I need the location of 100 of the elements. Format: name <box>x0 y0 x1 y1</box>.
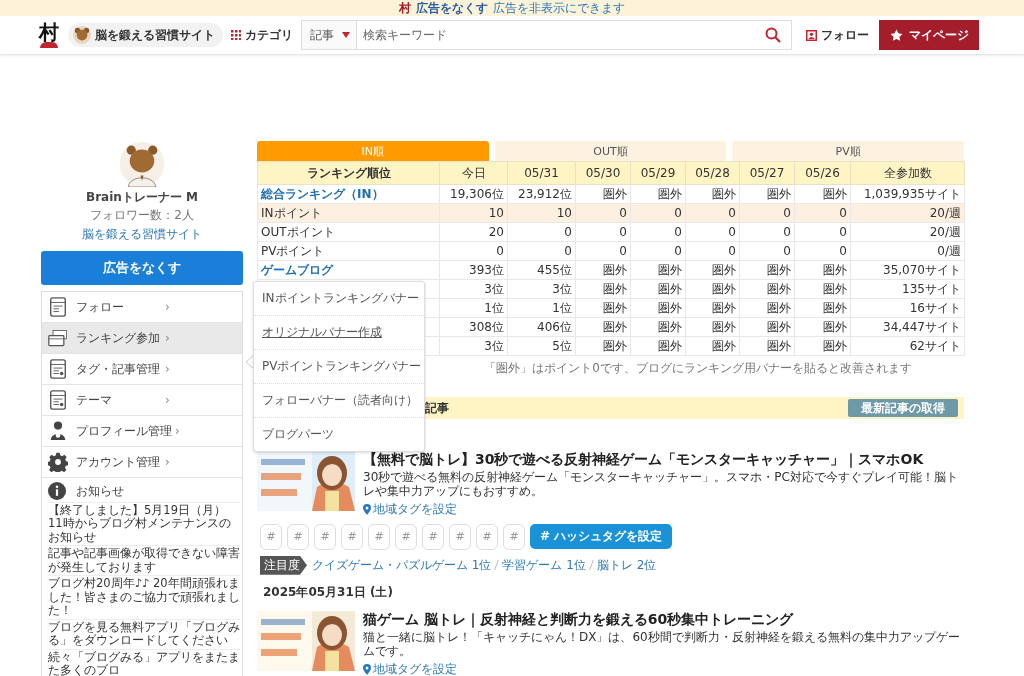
strip-note: 広告を非表示にできます <box>493 0 625 17</box>
notice-link[interactable]: 記事や記事画像が取得できない障害が発生しております <box>48 545 240 576</box>
logo[interactable]: 村 <box>38 22 60 48</box>
table-cell: 20 <box>439 222 508 242</box>
my-page-button[interactable]: マイページ <box>879 20 979 50</box>
remove-ads-link[interactable]: 広告をなくす <box>416 0 488 17</box>
document-icon <box>48 359 68 379</box>
table-cell: 16サイト <box>850 298 965 318</box>
table-cell: 圏外 <box>575 279 631 299</box>
table-cell: 23,912位 <box>507 184 576 204</box>
table-cell: 1位 <box>439 298 508 318</box>
table-cell: 圏外 <box>739 184 795 204</box>
table-cell: 455位 <box>507 260 576 280</box>
table-cell: 406位 <box>507 317 576 337</box>
date-heading: 2025年05月31日 (土) <box>263 583 394 601</box>
document-icon <box>48 390 68 410</box>
grid-icon <box>231 30 241 40</box>
gear-icon <box>48 452 68 472</box>
person-card-icon <box>806 29 817 41</box>
menu-item[interactable]: ランキング参加 › <box>42 323 242 354</box>
table-cell: 0/週 <box>850 241 965 261</box>
article-title[interactable]: 【無料で脳トレ】30秒で遊べる反射神経ゲーム「モンスターキャッチャー」｜スマホOK <box>363 451 964 469</box>
row-label: PVポイント <box>257 241 440 261</box>
category-rank-link[interactable]: 学習ゲーム 1位 <box>502 556 586 574</box>
table-cell: 圏外 <box>630 279 686 299</box>
column-header: ランキング順位 <box>257 161 440 185</box>
table-cell: 3位 <box>507 279 576 299</box>
table-cell: 5位 <box>507 336 576 356</box>
site-pill[interactable]: 脳を鍛える習慣サイト <box>68 23 223 47</box>
search-input[interactable]: 検索キーワード <box>357 27 765 43</box>
column-header: 05/29 <box>630 161 686 185</box>
column-header: 全参加数 <box>850 161 965 185</box>
search-icon[interactable] <box>765 27 781 43</box>
site-link[interactable]: 脳を鍛える習慣サイト <box>82 226 202 243</box>
table-cell: 0 <box>507 241 576 261</box>
table-cell: 0 <box>507 222 576 242</box>
column-header: 05/26 <box>794 161 851 185</box>
table-cell: 圏外 <box>575 184 631 204</box>
table-cell: 圏外 <box>630 336 686 356</box>
ranking-note: 「圏外」はポイント0です、ブログにランキング用バナーを貼ると改善されます <box>484 361 912 375</box>
dropdown-item[interactable]: ブログパーツ <box>254 418 424 451</box>
section-title: 記事 <box>425 399 449 417</box>
site-name: 脳を鍛える習慣サイト <box>95 26 215 44</box>
table-cell: 0 <box>739 222 795 242</box>
notice-link[interactable]: ブログ村20周年♪♪ 20年間頑張れました！皆さまのご協力で頑張れました！ <box>48 575 240 619</box>
dropdown-item[interactable]: オリジナルバナー作成 <box>254 316 424 350</box>
table-cell: 圏外 <box>794 336 851 356</box>
bear-avatar-icon <box>119 141 165 187</box>
category-rank-link[interactable]: クイズゲーム・パズルゲーム 1位 <box>312 556 492 574</box>
column-header: 05/31 <box>507 161 576 185</box>
dropdown-item[interactable]: PVポイントランキングバナー <box>254 350 424 384</box>
attention-label: 注目度 <box>260 555 307 575</box>
person-icon <box>48 421 68 441</box>
table-cell: 圏外 <box>630 298 686 318</box>
region-tag-link[interactable]: 地域タグを設定 <box>363 500 964 518</box>
follow-link[interactable]: フォロー <box>806 26 869 44</box>
table-cell: 圏外 <box>685 336 740 356</box>
table-cell: 圏外 <box>575 298 631 318</box>
notice-link[interactable]: ブログを見る無料アプリ「ブログみる」をダウンロードしてください <box>48 618 240 649</box>
table-cell: 圏外 <box>794 260 851 280</box>
table-cell: 圏外 <box>685 298 740 318</box>
table-cell: 圏外 <box>685 317 740 337</box>
dropdown-item[interactable]: フォローバナー（読者向け） <box>254 384 424 418</box>
notice-link[interactable]: 続々「ブログみる」アプリをまたまた多くのブロ <box>48 648 240 676</box>
category-rank-link[interactable]: 脳トレ 2位 <box>596 556 657 574</box>
table-cell: 圏外 <box>685 260 740 280</box>
category-menu[interactable]: カテゴリ <box>231 26 293 44</box>
table-cell: 0 <box>739 241 795 261</box>
table-cell: 3位 <box>439 336 508 356</box>
table-cell: 圏外 <box>575 260 631 280</box>
article-description: 猫と一緒に脳トレ！「キャッチにゃん！DX」は、60秒間で判断力・反射神経を鍛える無料の集中力アップゲームです。 <box>363 629 961 659</box>
table-cell: 圏外 <box>630 184 686 204</box>
ranking-tab[interactable]: PV順 <box>732 141 964 161</box>
dropdown-item[interactable]: INポイントランキングバナー <box>254 282 424 316</box>
profile-name: Brainトレーナー M <box>86 189 198 206</box>
logo[interactable]: 村 <box>399 0 411 17</box>
table-cell: 135サイト <box>850 279 965 299</box>
table-cell: 0 <box>630 222 686 242</box>
article-title[interactable]: 猫ゲーム 脳トレ｜反射神経と判断力を鍛える60秒集中トレーニング <box>363 610 964 629</box>
scope-select[interactable]: 記事 <box>302 21 357 49</box>
table-cell: 1,039,935サイト <box>850 184 965 204</box>
table-cell: 圏外 <box>739 317 795 337</box>
table-cell: 0 <box>575 241 631 261</box>
notice-link[interactable]: 【終了しました】5月19日（月）11時からブログ村メンテナンスのお知らせ <box>48 502 240 546</box>
table-cell: 圏外 <box>575 336 631 356</box>
table-cell: 0 <box>794 222 851 242</box>
notice-title: お知らせ <box>76 482 124 500</box>
ranking-tab[interactable]: OUT順 <box>494 141 727 161</box>
region-tag-link[interactable]: 地域タグを設定 <box>363 660 964 676</box>
star-icon <box>889 28 903 42</box>
remove-ads-button[interactable]: 広告をなくす <box>41 251 243 285</box>
banner-icon <box>48 328 68 348</box>
article-description: 30秒で遊べる無料の反射神経ゲーム「モンスターキャッチャー」。スマホ・PC対応で今すぐプレイ可能！脳トレや集中力アップにもおすすめ。 <box>363 470 959 499</box>
column-header: 今日 <box>439 161 508 185</box>
column-header: 05/30 <box>575 161 631 185</box>
table-cell: 35,070サイト <box>850 260 965 280</box>
table-cell: 34,447サイト <box>850 317 965 337</box>
table-cell: 圏外 <box>739 336 795 356</box>
table-cell: 393位 <box>439 260 508 280</box>
table-cell: 圏外 <box>739 260 795 280</box>
